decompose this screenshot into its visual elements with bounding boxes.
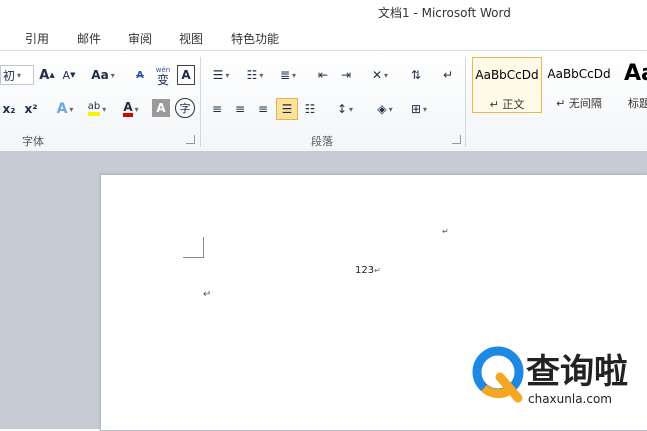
numbered-list-icon: ☷ <box>246 68 258 82</box>
decrease-indent-button[interactable]: ⇤ <box>313 65 333 85</box>
watermark-name: 查询啦 <box>526 352 628 392</box>
align-center-icon: ≡ <box>234 102 246 116</box>
style-no-spacing-label: ↵ 无间隔 <box>556 97 602 110</box>
bullets-button[interactable]: ☰ <box>207 65 235 85</box>
style-heading[interactable]: Aa 标题 <box>616 57 647 113</box>
paint-bucket-icon: ◈ <box>377 102 387 116</box>
ribbon: 初 A▲ A▼ Aa A wén 变 A x₂ x² A ab A A 字 字体… <box>0 51 647 152</box>
change-case-button[interactable]: Aa <box>89 65 117 85</box>
up-arrow-icon: ▲ <box>49 71 55 79</box>
ribbon-tabs: 引用 邮件 审阅 视图 特色功能 <box>0 24 647 51</box>
tab-special-features[interactable]: 特色功能 <box>231 30 279 47</box>
text-effects-button[interactable]: A <box>52 99 78 119</box>
bullet-list-icon: ☰ <box>212 68 224 82</box>
font-color-icon: A <box>123 101 133 117</box>
character-border-button[interactable]: A <box>177 65 195 85</box>
distributed-button[interactable]: ☷ <box>300 99 320 119</box>
borders-icon: ⊞ <box>410 102 422 116</box>
text-effect-icon: A <box>56 101 68 117</box>
tab-view[interactable]: 视图 <box>179 30 203 47</box>
style-normal-label: ↵ 正文 <box>489 98 525 111</box>
align-left-button[interactable]: ≡ <box>207 99 227 119</box>
document-line[interactable]: 123↵ <box>355 265 381 276</box>
sort-button[interactable]: ⇅ <box>406 65 426 85</box>
character-shading-button[interactable]: A <box>152 99 170 117</box>
text-highlight-button[interactable]: ab <box>82 99 112 119</box>
enclose-characters-button[interactable]: 字 <box>175 98 195 118</box>
line-spacing-icon: ↕ <box>336 102 348 116</box>
shading-button[interactable]: ◈ <box>371 99 399 119</box>
justify-icon: ☰ <box>281 102 293 116</box>
superscript-button[interactable]: x² <box>22 99 40 119</box>
paragraph-mark: ↵ <box>203 289 212 300</box>
phonetic-guide-button[interactable]: wén 变 <box>152 63 174 87</box>
outdent-icon: ⇤ <box>317 68 329 82</box>
paragraph-mark-icon: ↵ <box>442 68 454 82</box>
shrink-font-button[interactable]: A ▼ <box>60 65 78 85</box>
line-spacing-button[interactable]: ↕ <box>331 99 359 119</box>
paragraph-mark: ↵ <box>442 227 449 236</box>
font-group-label: 字体 <box>22 135 44 148</box>
font-color-button[interactable]: A <box>116 99 146 119</box>
show-hide-marks-button[interactable]: ↵ <box>438 65 458 85</box>
font-dialog-launcher[interactable] <box>186 135 195 144</box>
justify-button[interactable]: ☰ <box>276 98 298 120</box>
asian-layout-button[interactable]: ✕ <box>366 65 394 85</box>
style-no-spacing[interactable]: AaBbCcDd ↵ 无间隔 <box>544 57 614 113</box>
sort-icon: ⇅ <box>410 68 422 82</box>
watermark-url: chaxunla.com <box>528 392 612 406</box>
multilevel-list-icon: ≣ <box>279 68 291 82</box>
down-arrow-icon: ▼ <box>70 71 76 79</box>
paragraph-mark-icon: ↵ <box>489 98 503 111</box>
align-center-button[interactable]: ≡ <box>230 99 250 119</box>
tab-mailings[interactable]: 邮件 <box>77 30 101 47</box>
numbering-button[interactable]: ☷ <box>241 65 269 85</box>
clear-format-icon: A <box>136 69 144 81</box>
tab-references[interactable]: 引用 <box>25 30 49 47</box>
style-normal[interactable]: AaBbCcDd ↵ 正文 <box>472 57 542 113</box>
align-right-button[interactable]: ≡ <box>253 99 273 119</box>
margin-corner-mark <box>183 237 204 258</box>
document-text: 123 <box>355 265 375 276</box>
window-title: 文档1 - Microsoft Word <box>378 6 511 20</box>
distributed-icon: ☷ <box>304 102 316 116</box>
indent-icon: ⇥ <box>340 68 352 82</box>
borders-button[interactable]: ⊞ <box>405 99 433 119</box>
tab-review[interactable]: 审阅 <box>128 30 152 47</box>
subscript-button[interactable]: x₂ <box>0 99 18 119</box>
font-size-value: 初 <box>3 68 16 83</box>
grow-font-button[interactable]: A ▲ <box>38 65 56 85</box>
paragraph-mark: ↵ <box>374 266 381 275</box>
paragraph-mark-icon: ↵ <box>556 97 569 110</box>
increase-indent-button[interactable]: ⇥ <box>336 65 356 85</box>
font-size-combo[interactable]: 初 <box>0 65 34 85</box>
align-right-icon: ≡ <box>257 102 269 116</box>
group-separator <box>200 57 201 147</box>
site-watermark: 查询啦 chaxunla.com <box>470 340 640 420</box>
group-separator <box>465 57 466 147</box>
clear-formatting-button[interactable]: A <box>130 65 150 85</box>
paragraph-group-label: 段落 <box>311 135 333 148</box>
highlighter-icon: ab <box>87 102 101 116</box>
paragraph-dialog-launcher[interactable] <box>452 135 461 144</box>
magnifier-logo-icon <box>472 346 524 403</box>
asian-layout-icon: ✕ <box>371 68 383 82</box>
multilevel-list-button[interactable]: ≣ <box>274 65 302 85</box>
align-left-icon: ≡ <box>211 102 223 116</box>
title-bar: 文档1 - Microsoft Word <box>0 0 647 24</box>
